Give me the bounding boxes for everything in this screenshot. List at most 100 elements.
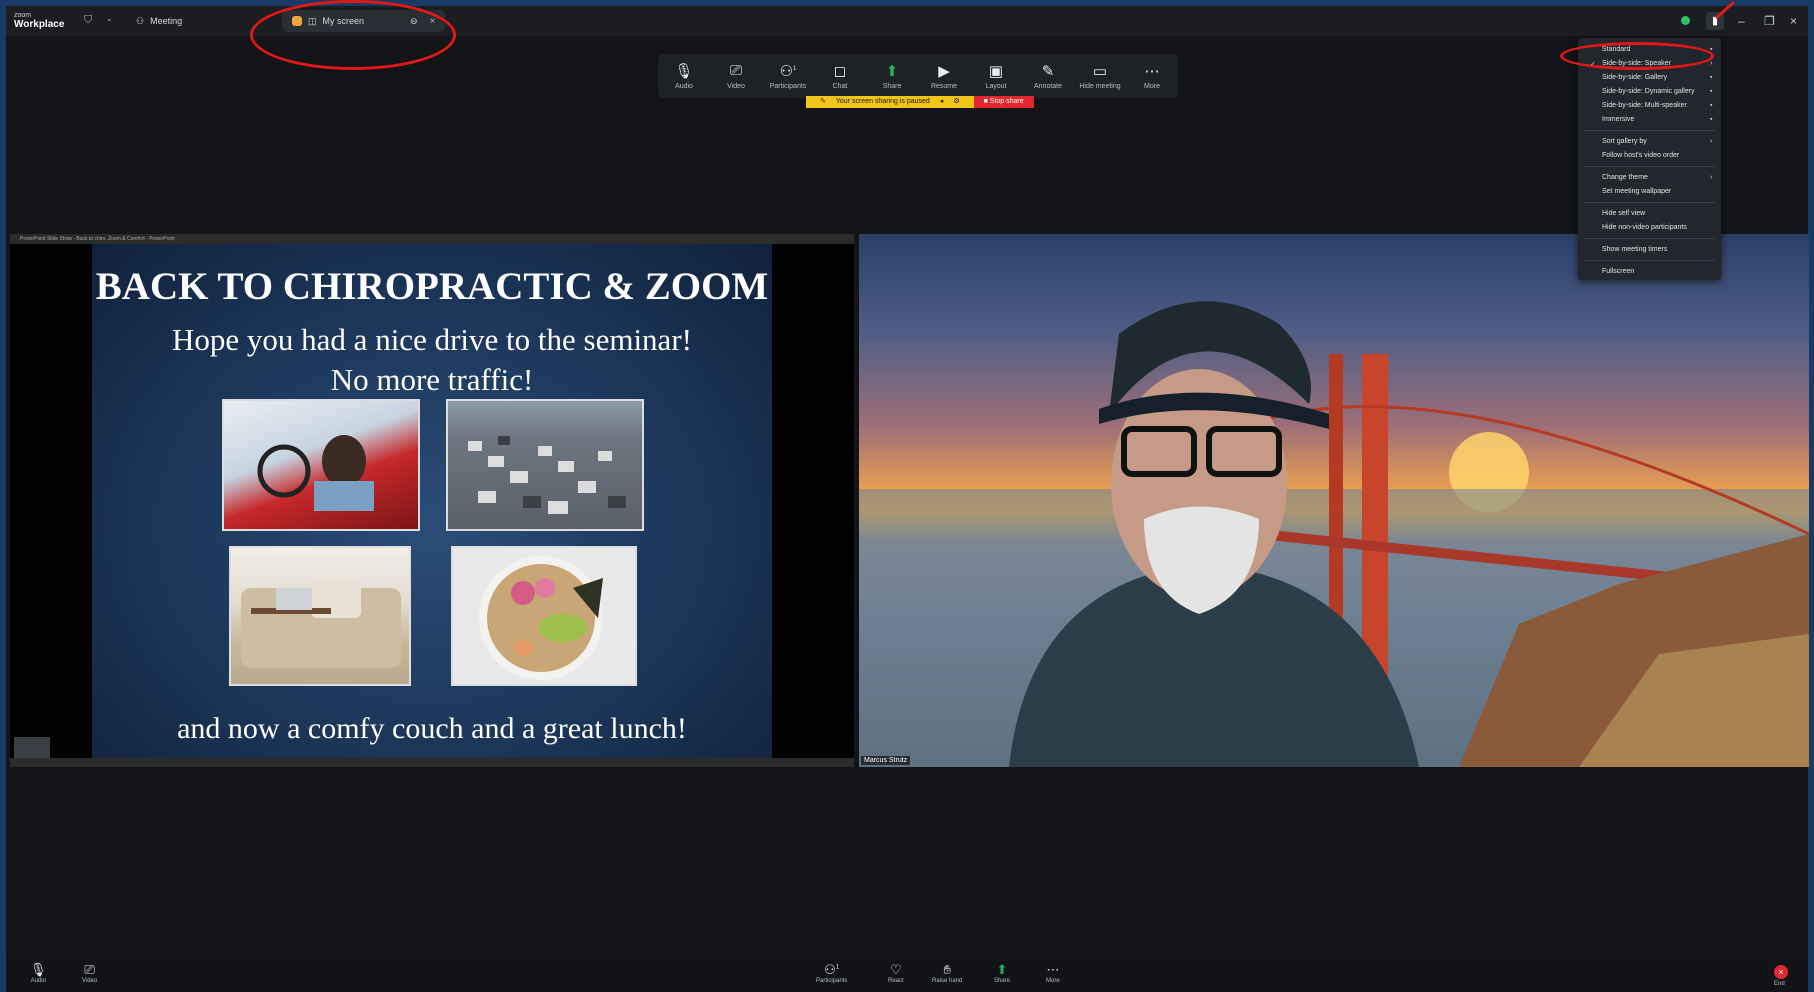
menu-item-hide-self-view[interactable]: Hide self view (1602, 210, 1645, 217)
end-call-icon[interactable]: × (1774, 965, 1788, 979)
annotation-arrow (1715, 0, 1735, 20)
slideshow-controls-bar[interactable] (10, 758, 854, 767)
menu-item-sort-gallery[interactable]: Sort gallery by (1602, 138, 1647, 145)
share-button[interactable]: ⬆ Share (866, 62, 918, 90)
share-paused-banner: ✎ Your screen sharing is paused ◂ ⚙ (806, 96, 974, 108)
bottom-audio-button[interactable]: 🎙︎ Audio (30, 962, 47, 984)
tab-meeting-label: Meeting (150, 16, 183, 26)
photo-comfy-couch (229, 546, 411, 686)
meeting-icon: ⚇ (136, 15, 145, 26)
video-label: Video (727, 83, 745, 90)
pencil-icon: ✎ (1041, 63, 1055, 80)
bottom-toolbar: 🎙︎ Audio ⎚ Video ⚇1 Participants ♡ React… (6, 957, 1808, 992)
annotation-ring-tab (250, 0, 456, 70)
annotation-ring-menu-item (1560, 42, 1714, 70)
menu-divider (1584, 130, 1715, 131)
microphone-icon: 🎙︎ (30, 962, 47, 977)
layout-button[interactable]: ▣ Layout (970, 62, 1022, 90)
menu-item-side-by-side-multi-speaker[interactable]: Side-by-side: Multi-speaker (1602, 102, 1687, 109)
audio-button[interactable]: 🎙︎ Audio (658, 62, 710, 90)
end-label: End (1774, 981, 1785, 987)
settings-icon[interactable]: ⚙ (953, 96, 959, 108)
bottom-participants-label: Participants (816, 978, 848, 984)
submenu-arrow-icon: › (1710, 138, 1713, 145)
brand-large: Workplace (14, 19, 65, 30)
annotate-button[interactable]: ✎ Annotate (1022, 62, 1074, 90)
share-status-bar: ✎ Your screen sharing is paused ◂ ⚙ ■ St… (806, 96, 1034, 108)
shared-window-titlebar: PowerPoint Slide Show - Back to chiro, Z… (10, 234, 854, 244)
slide-title: BACK TO CHIROPRACTIC & ZOOM (95, 265, 769, 308)
video-camera-icon: ⎚ (84, 962, 95, 977)
submenu-arrow-icon: › (1710, 174, 1713, 181)
menu-item-fullscreen[interactable]: Fullscreen (1602, 268, 1634, 275)
gallery-icon: ▪ (1710, 74, 1713, 81)
view-menu: Standard ▪ ✓ Side-by-side: Speaker › Sid… (1578, 38, 1721, 280)
menu-item-show-timers[interactable]: Show meeting timers (1602, 246, 1667, 253)
shared-screen-panel: PowerPoint Slide Show - Back to chiro, Z… (10, 234, 854, 767)
audio-label: Audio (675, 83, 693, 90)
zoom-app-window: zoom Workplace ⛉ ⌄ ⚇ Meeting ◫ My screen… (6, 6, 1809, 992)
restore-icon[interactable]: ❐ (1764, 14, 1775, 28)
participants-button[interactable]: ⚇1 Participants (762, 62, 814, 90)
more-button[interactable]: ⋯ More (1126, 62, 1178, 90)
tab-meeting[interactable]: ⚇ Meeting (126, 10, 192, 32)
bottom-more-button[interactable]: ⋯ More (1046, 962, 1060, 984)
share-icon: ⬆ (885, 63, 899, 80)
audio-share-icon[interactable]: ◂ (940, 96, 944, 108)
microphone-icon: 🎙︎ (674, 63, 694, 80)
video-camera-icon: ⎚ (729, 62, 742, 79)
bottom-participants-count: 1 (835, 964, 840, 971)
participant-name-tag: Marcus Strutz (861, 756, 911, 765)
photo-healthy-lunch (451, 546, 637, 686)
immersive-icon: ▪ (1710, 116, 1713, 123)
zoom-logo: zoom Workplace (14, 11, 65, 30)
hide-meeting-button[interactable]: ▭ Hide meeting (1074, 62, 1126, 90)
menu-item-set-wallpaper[interactable]: Set meeting wallpaper (1602, 188, 1671, 195)
chat-button[interactable]: ◻ Chat (814, 62, 866, 90)
minimize-icon[interactable]: – (1738, 14, 1745, 28)
raise-hand-button[interactable]: ✋︎ Raise hand (932, 962, 962, 984)
participants-icon: ⚇1 (824, 962, 840, 977)
menu-item-side-by-side-gallery[interactable]: Side-by-side: Gallery (1602, 74, 1667, 81)
raise-hand-label: Raise hand (932, 978, 963, 984)
bottom-video-button[interactable]: ⎚ Video (82, 962, 97, 984)
video-button[interactable]: ⎚ Video (710, 62, 762, 90)
bottom-share-button[interactable]: ⬆ Share (994, 962, 1010, 984)
bottom-share-label: Share (994, 978, 1011, 984)
close-window-icon[interactable]: × (1790, 14, 1797, 28)
react-button[interactable]: ♡ React (888, 962, 904, 984)
layout-grid-icon: ▣ (988, 63, 1004, 80)
hide-window-icon: ▭ (1092, 63, 1108, 80)
hide-meeting-label: Hide meeting (1079, 83, 1121, 90)
traffic-illustration (468, 436, 626, 514)
menu-item-side-by-side-dynamic-gallery[interactable]: Side-by-side: Dynamic gallery (1602, 88, 1695, 95)
presentation-slide: BACK TO CHIROPRACTIC & ZOOM Hope you had… (92, 244, 772, 758)
driver-illustration (257, 435, 374, 511)
play-icon: ▶ (938, 63, 950, 80)
share-icon: ⬆ (996, 962, 1008, 977)
participant-video: Marcus Strutz (859, 234, 1809, 767)
chevron-down-icon[interactable]: ⌄ (106, 14, 113, 23)
menu-divider (1584, 202, 1715, 203)
share-label: Share (882, 83, 902, 90)
menu-item-change-theme[interactable]: Change theme (1602, 174, 1648, 181)
more-label: More (1144, 83, 1160, 90)
chat-label: Chat (832, 83, 848, 90)
stop-share-label: Stop share (989, 98, 1024, 105)
menu-item-follow-host-order[interactable]: Follow host's video order (1602, 152, 1679, 159)
slide-line-1: Hope you had a nice drive to the seminar… (172, 322, 692, 357)
photo-woman-driving (222, 399, 420, 531)
react-label: React (888, 978, 904, 984)
participants-icon: ⚇1 (779, 63, 797, 80)
shield-icon[interactable]: ⛉ (84, 14, 92, 27)
lunch-illustration (479, 556, 603, 680)
slide-footer: and now a comfy couch and a great lunch! (177, 712, 687, 745)
hand-icon: ✋︎ (943, 962, 951, 977)
menu-item-immersive[interactable]: Immersive (1602, 116, 1634, 123)
menu-item-hide-non-video[interactable]: Hide non-video participants (1602, 224, 1687, 231)
stop-share-button[interactable]: ■ Stop share (973, 96, 1034, 108)
video-scene (859, 301, 1809, 767)
resume-label: Resume (930, 83, 958, 90)
resume-button[interactable]: ▶ Resume (918, 62, 970, 90)
bottom-participants-button[interactable]: ⚇1 Participants (816, 962, 847, 984)
